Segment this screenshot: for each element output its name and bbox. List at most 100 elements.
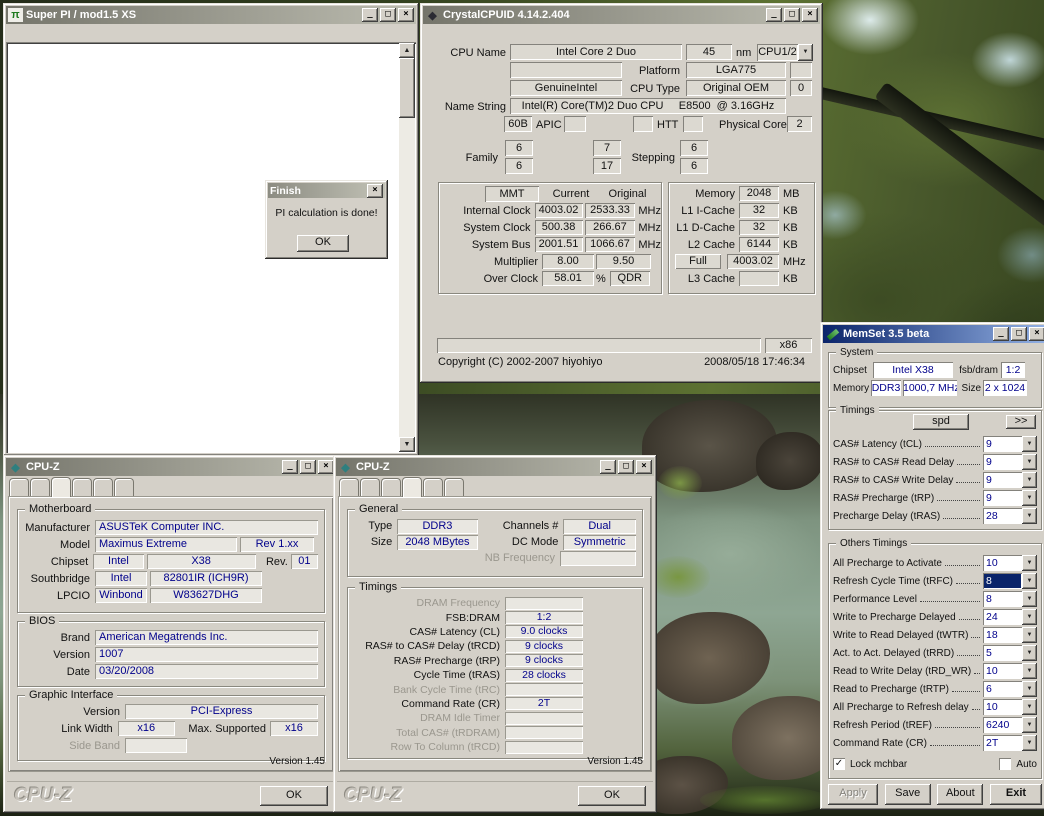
timing-select[interactable]: 24 ▼ <box>983 609 1037 625</box>
minimize-button[interactable]: _ <box>362 8 378 22</box>
chevron-down-icon[interactable]: ▼ <box>1022 555 1037 571</box>
minimize-button[interactable]: _ <box>282 460 298 474</box>
scrollbar[interactable]: ▲ ▼ <box>399 43 415 452</box>
cpuz-titlebar[interactable]: ◆ CPU-Z _ □ × <box>6 458 336 476</box>
scroll-down-icon[interactable]: ▼ <box>399 437 415 452</box>
timing-select[interactable]: 18 ▼ <box>983 627 1037 643</box>
timing-select[interactable]: 6240 ▼ <box>983 717 1037 733</box>
menu-item[interactable] <box>438 32 452 34</box>
apply-button[interactable]: Apply <box>828 784 878 805</box>
timing-select[interactable]: 5 ▼ <box>983 645 1037 661</box>
timing-row: FSB:DRAM 1:2 <box>348 610 642 624</box>
close-button[interactable]: × <box>367 184 383 198</box>
chevron-down-icon[interactable]: ▼ <box>1022 609 1037 625</box>
timing-select[interactable]: 10 ▼ <box>983 663 1037 679</box>
clock-row: Internal Clock 4003.02 2533.33 MHz <box>439 202 661 219</box>
chevron-down-icon[interactable]: ▼ <box>1022 472 1037 488</box>
menu-item[interactable] <box>7 32 21 34</box>
tab[interactable] <box>360 478 380 496</box>
auto-label: Auto <box>1016 759 1037 770</box>
tab[interactable] <box>423 478 443 496</box>
timing-select[interactable]: 10 ▼ <box>983 555 1037 571</box>
minimize-button[interactable]: _ <box>993 327 1009 341</box>
auto-checkbox[interactable] <box>999 758 1011 770</box>
superpi-titlebar[interactable]: π Super PI / mod1.5 XS _ □ × <box>6 6 416 24</box>
menu-item[interactable] <box>466 32 480 34</box>
finish-titlebar[interactable]: Finish × <box>268 183 385 198</box>
timing-select[interactable]: 8 ▼ <box>983 573 1037 589</box>
chevron-down-icon[interactable]: ▼ <box>1022 454 1037 470</box>
tab[interactable] <box>444 478 464 496</box>
tab[interactable] <box>51 477 71 497</box>
maximize-button[interactable]: □ <box>380 8 396 22</box>
close-button[interactable]: × <box>1029 327 1044 341</box>
menu-item[interactable] <box>480 32 494 34</box>
menu-item[interactable] <box>35 32 49 34</box>
tab[interactable] <box>72 478 92 496</box>
maximize-button[interactable]: □ <box>300 460 316 474</box>
spd-button[interactable]: spd <box>913 414 969 430</box>
tab[interactable] <box>93 478 113 496</box>
scroll-up-icon[interactable]: ▲ <box>399 43 415 58</box>
tab[interactable] <box>339 478 359 496</box>
ok-button[interactable]: OK <box>297 235 349 252</box>
minimize-button[interactable]: _ <box>600 460 616 474</box>
finish-message: PI calculation is done! <box>268 207 385 219</box>
about-button[interactable]: About <box>937 784 983 805</box>
menu-item[interactable] <box>21 32 35 34</box>
timing-select[interactable]: 6 ▼ <box>983 681 1037 697</box>
timing-select[interactable]: 10 ▼ <box>983 699 1037 715</box>
timing-select[interactable]: 9 ▼ <box>983 472 1037 488</box>
ok-button[interactable]: OK <box>578 786 646 806</box>
tab[interactable] <box>9 478 29 496</box>
maximize-button[interactable]: □ <box>1011 327 1027 341</box>
chevron-down-icon[interactable]: ▼ <box>1022 490 1037 506</box>
lock-mchbar-checkbox[interactable]: ✓ <box>833 758 845 770</box>
maximize-button[interactable]: □ <box>784 8 800 22</box>
save-button[interactable]: Save <box>885 784 931 805</box>
close-button[interactable]: × <box>398 8 414 22</box>
close-button[interactable]: × <box>802 8 818 22</box>
cache-row: L1 D-Cache 32 KB <box>669 219 814 236</box>
minimize-button[interactable]: _ <box>766 8 782 22</box>
timing-select[interactable]: 8 ▼ <box>983 591 1037 607</box>
timing-select[interactable]: 2T ▼ <box>983 735 1037 751</box>
expand-button[interactable]: >> <box>1006 415 1036 429</box>
cpu-select[interactable]: CPU1/2 ▼ <box>757 44 813 61</box>
background-grass <box>658 466 702 500</box>
timing-select[interactable]: 9 ▼ <box>983 490 1037 506</box>
timing-select[interactable]: 9 ▼ <box>983 454 1037 470</box>
chevron-down-icon[interactable]: ▼ <box>1022 663 1037 679</box>
tab[interactable] <box>381 478 401 496</box>
chevron-down-icon[interactable]: ▼ <box>1022 591 1037 607</box>
chevron-down-icon[interactable]: ▼ <box>1022 645 1037 661</box>
tab[interactable] <box>114 478 134 496</box>
chevron-down-icon[interactable]: ▼ <box>1022 436 1037 452</box>
maximize-button[interactable]: □ <box>618 460 634 474</box>
chevron-down-icon[interactable]: ▼ <box>1022 735 1037 751</box>
chevron-down-icon[interactable]: ▼ <box>1022 699 1037 715</box>
tab[interactable] <box>402 477 422 497</box>
close-button[interactable]: × <box>636 460 652 474</box>
chevron-down-icon[interactable]: ▼ <box>798 44 813 61</box>
chevron-down-icon[interactable]: ▼ <box>1022 573 1037 589</box>
memset-titlebar[interactable]: MemSet 3.5 beta _ □ × <box>823 325 1044 343</box>
crystalcpuid-titlebar[interactable]: ◆ CrystalCPUID 4.14.2.404 _ □ × <box>423 6 820 24</box>
timing-select[interactable]: 9 ▼ <box>983 436 1037 452</box>
family-label: Family <box>444 150 498 166</box>
timing-select[interactable]: 28 ▼ <box>983 508 1037 524</box>
mmt-button[interactable]: MMT <box>485 186 539 202</box>
menu-item[interactable] <box>424 32 438 34</box>
chevron-down-icon[interactable]: ▼ <box>1022 627 1037 643</box>
exit-button[interactable]: Exit <box>990 784 1042 805</box>
cache-row: L2 Cache 6144 KB <box>669 236 814 253</box>
menu-item[interactable] <box>452 32 466 34</box>
chevron-down-icon[interactable]: ▼ <box>1022 681 1037 697</box>
chevron-down-icon[interactable]: ▼ <box>1022 508 1037 524</box>
ok-button[interactable]: OK <box>260 786 328 806</box>
close-button[interactable]: × <box>318 460 334 474</box>
cpuz-titlebar[interactable]: ◆ CPU-Z _ □ × <box>336 458 654 476</box>
tab[interactable] <box>30 478 50 496</box>
chevron-down-icon[interactable]: ▼ <box>1022 717 1037 733</box>
scroll-thumb[interactable] <box>399 58 415 118</box>
